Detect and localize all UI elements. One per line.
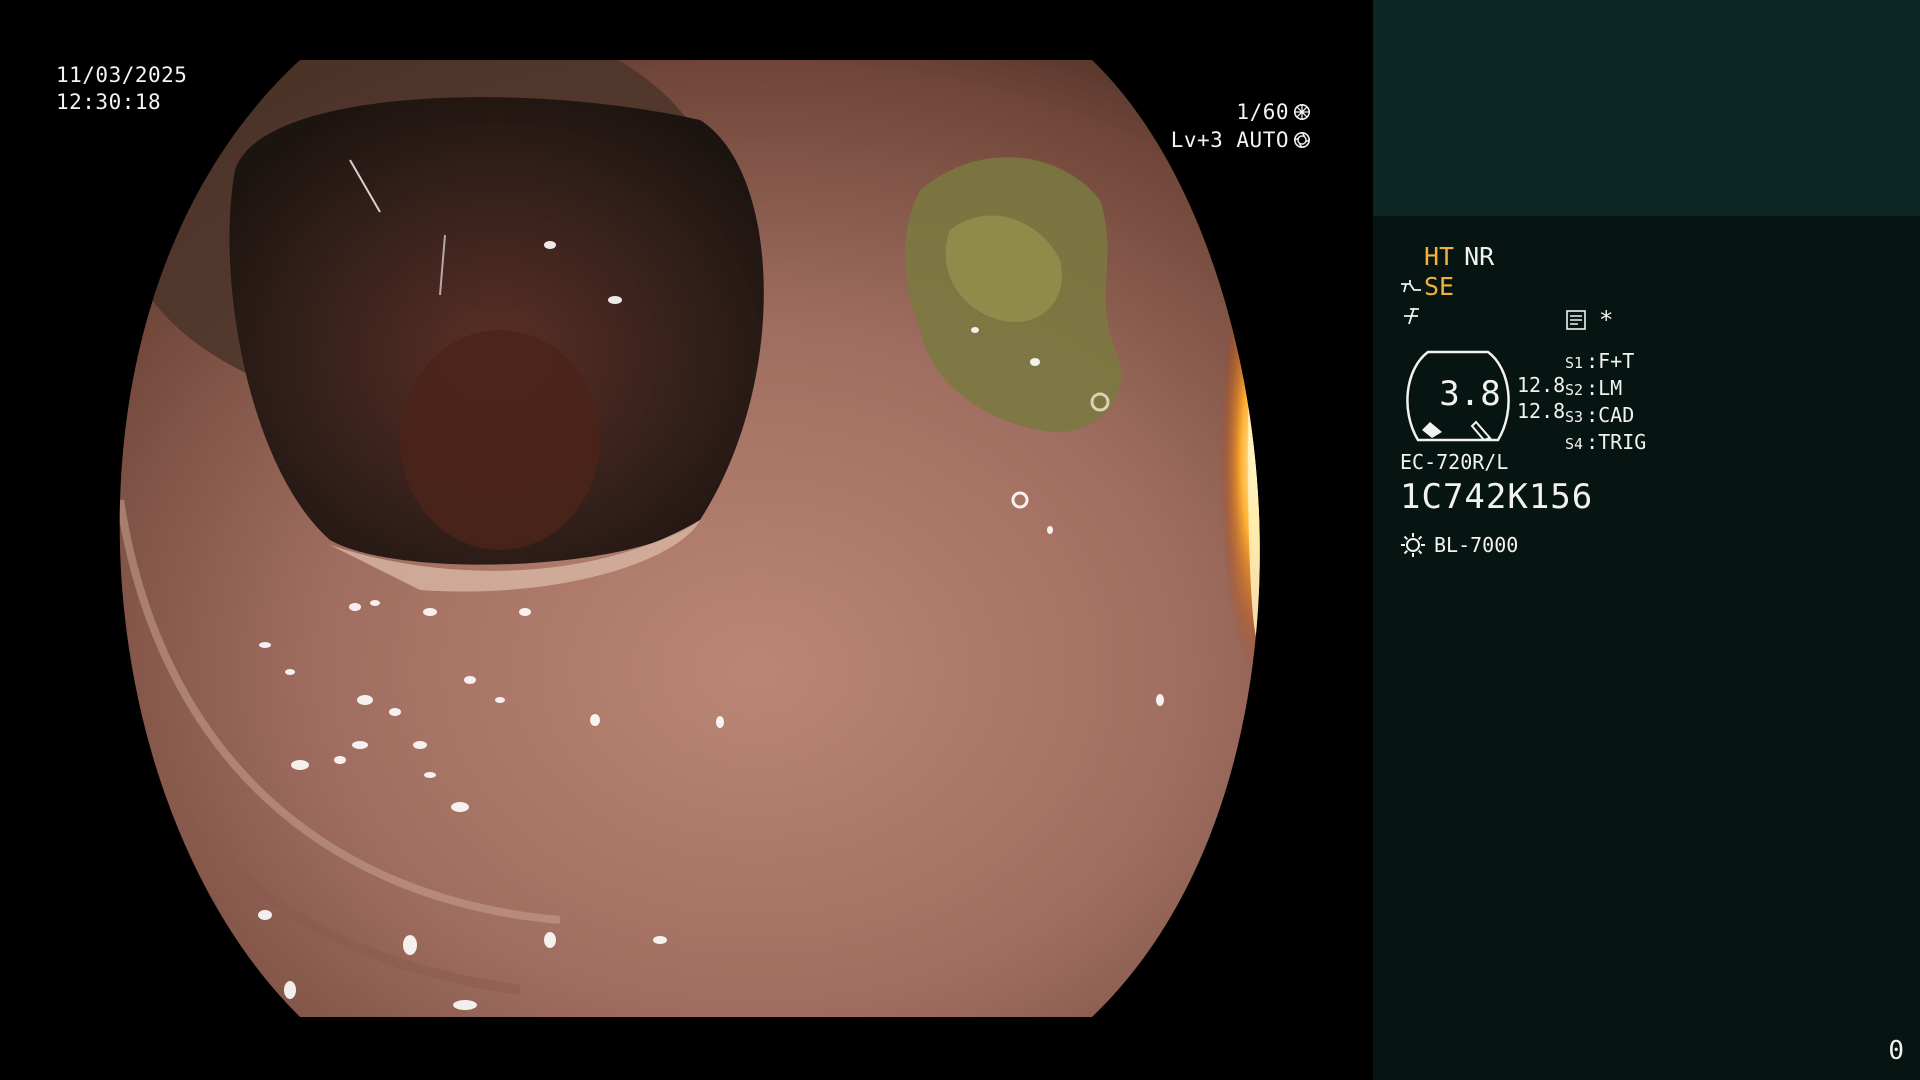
panel-header-area	[1373, 0, 1920, 216]
info-panel: HT NR SE * 3.8 12.8 12.8 S1:F+T S2:LM	[1373, 0, 1920, 1080]
image-counter: 0	[1888, 1036, 1904, 1066]
light-icon	[1401, 533, 1425, 557]
memo-icon	[1566, 310, 1586, 330]
enhancement-modes: HT NR	[1424, 243, 1504, 271]
switch-row: S2: LM	[1565, 376, 1646, 403]
enhance-icon	[1401, 280, 1421, 293]
sharpness-row	[1400, 304, 1422, 332]
switch-value: TRIG	[1598, 430, 1647, 454]
iris-mode-text: Lv+3 AUTO	[1170, 127, 1289, 152]
date-time-display: 11/03/2025 12:30:18	[56, 62, 187, 116]
switch-key: S1	[1565, 354, 1584, 372]
switch-value: F+T	[1598, 349, 1635, 373]
se-label: SE	[1424, 272, 1455, 301]
exposure-info: 1/60 Lv+3 AUTO	[1071, 98, 1311, 154]
date-text: 11/03/2025	[56, 63, 188, 87]
switch-key: S4	[1565, 435, 1584, 453]
time-text: 12:30:18	[56, 90, 162, 114]
switch-row: S3: CAD	[1565, 403, 1646, 430]
switch-assignments: S1: F+T S2: LM S3: CAD S4: TRIG	[1565, 349, 1646, 457]
switch-key: S2	[1565, 381, 1584, 399]
switch-row: S1: F+T	[1565, 349, 1646, 376]
memo-row: *	[1565, 306, 1613, 334]
endoscopic-image	[119, 60, 1260, 1017]
scope-serial: 1C742K156	[1400, 477, 1594, 517]
sharpness-icon	[1404, 307, 1419, 325]
gauge-number-2: 12.8	[1517, 399, 1566, 423]
switch-value: LM	[1598, 376, 1623, 400]
shutter-icon	[1293, 103, 1311, 121]
memo-star: *	[1599, 306, 1614, 334]
nr-label: NR	[1464, 242, 1495, 271]
ht-label: HT	[1424, 242, 1455, 271]
switch-key: S3	[1565, 408, 1584, 426]
switch-row: S4: TRIG	[1565, 430, 1646, 457]
scope-model: EC-720R/L	[1400, 450, 1509, 474]
shutter-speed-text: 1/60	[1236, 99, 1289, 124]
gauge-numbers: 12.8 12.8	[1517, 372, 1565, 424]
light-source-row: BL-7000	[1400, 531, 1518, 559]
light-source-model: BL-7000	[1434, 533, 1519, 557]
gauge-value: 3.8	[1439, 374, 1501, 414]
iris-icon	[1293, 131, 1311, 149]
se-row: SE	[1400, 273, 1454, 301]
endoscope-video: 11/03/2025 12:30:18 1/60 Lv+3 AUTO	[0, 0, 1373, 1080]
switch-value: CAD	[1598, 403, 1635, 427]
gauge-number-1: 12.8	[1517, 373, 1566, 397]
